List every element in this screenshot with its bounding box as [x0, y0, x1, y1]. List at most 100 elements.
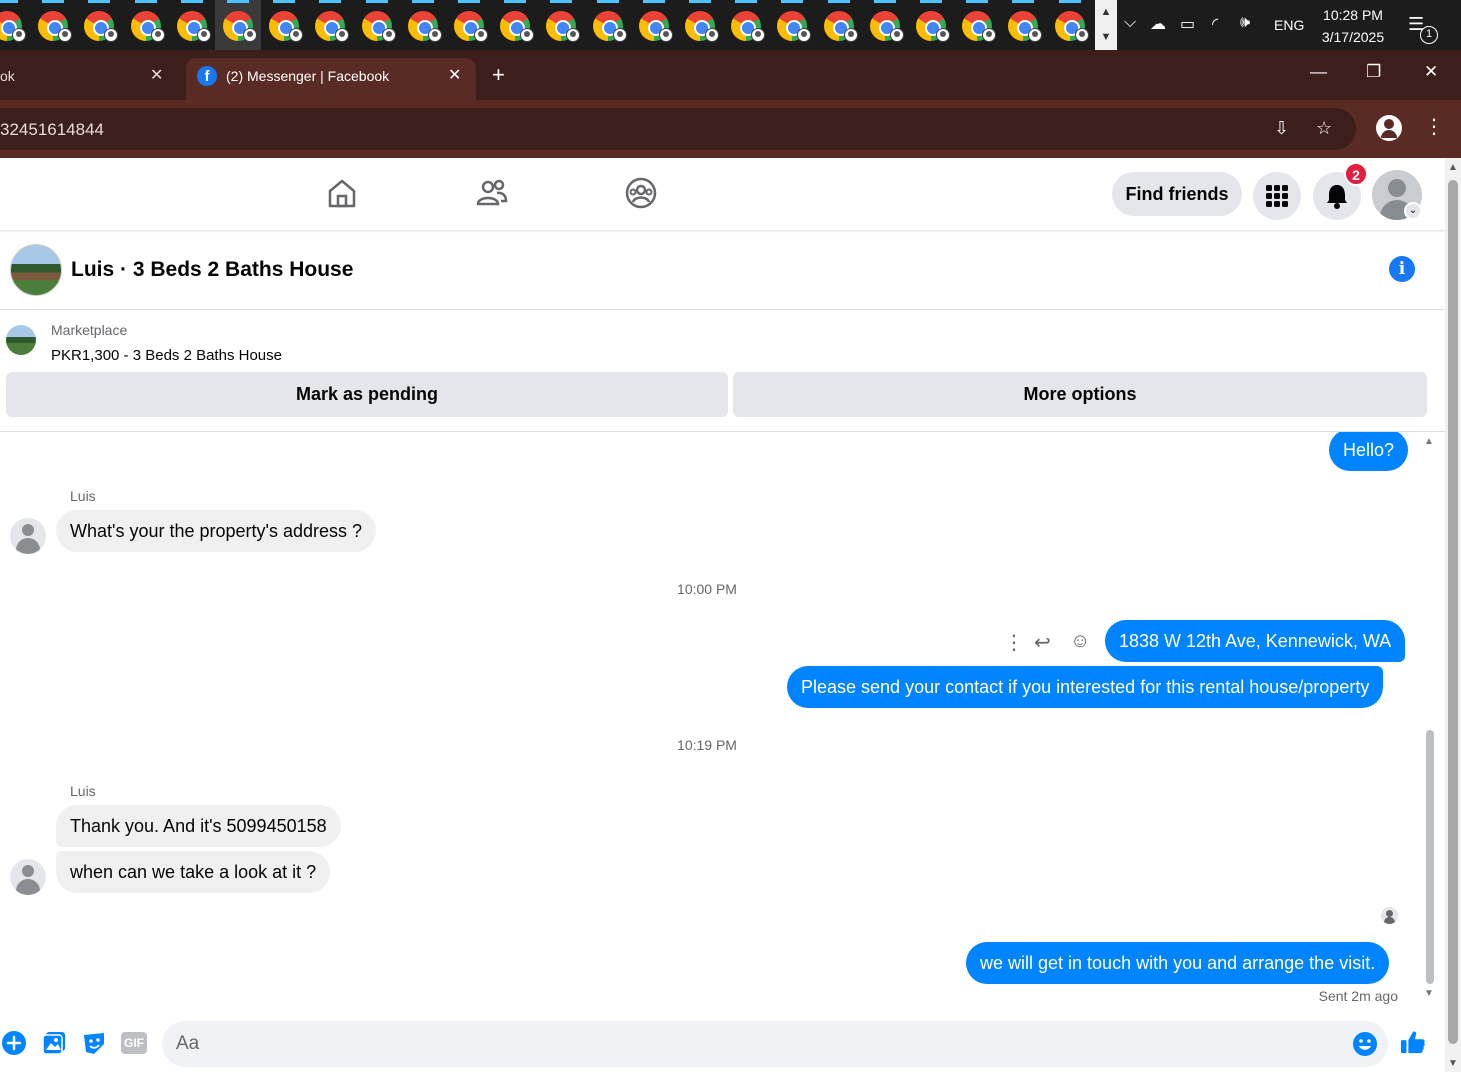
react-emoji-icon[interactable]: ☺	[1070, 630, 1090, 653]
emoji-icon[interactable]	[1352, 1031, 1378, 1057]
sender-avatar[interactable]	[10, 518, 46, 554]
taskbar-scroll-up-icon[interactable]: ▲	[1095, 0, 1117, 25]
new-tab-icon[interactable]: +	[492, 62, 505, 88]
message-bubble-incoming[interactable]: Thank you. And it's 5099450158	[56, 805, 341, 847]
friends-icon[interactable]	[475, 176, 509, 210]
listing-thumbnail[interactable]	[6, 325, 36, 355]
message-bubble-outgoing[interactable]: Hello?	[1329, 432, 1409, 471]
running-indicator	[735, 0, 757, 3]
restore-icon[interactable]: ❐	[1366, 62, 1381, 82]
language-indicator[interactable]: ENG	[1274, 17, 1304, 33]
sticker-icon[interactable]	[81, 1030, 107, 1056]
address-bar[interactable]: 32451614844 ⇩ ☆	[0, 108, 1356, 150]
thread-scrollbar[interactable]: ▲ ▼	[1424, 432, 1438, 1010]
browser-profile-icon[interactable]	[1376, 115, 1402, 141]
message-input[interactable]	[162, 1021, 1388, 1067]
page-scroll-down-icon[interactable]: ▼	[1448, 1058, 1458, 1069]
running-indicator	[781, 0, 803, 3]
more-options-button[interactable]: More options	[733, 372, 1427, 417]
notification-center-icon[interactable]: ☰ 1	[1408, 14, 1438, 44]
volume-icon[interactable]: 🕪	[1240, 14, 1250, 32]
taskbar-chrome-window[interactable]	[677, 0, 723, 50]
taskbar-chrome-window[interactable]	[123, 0, 169, 50]
bookmark-star-icon[interactable]: ☆	[1316, 118, 1332, 139]
wifi-icon[interactable]: ◜	[1212, 14, 1218, 34]
minimize-icon[interactable]: —	[1310, 62, 1327, 82]
taskbar-chrome-window[interactable]	[261, 0, 307, 50]
message-bubble-outgoing[interactable]: Please send your contact if you interest…	[787, 666, 1384, 708]
profile-badge-icon	[844, 28, 858, 42]
profile-badge-icon	[705, 28, 719, 42]
browser-tab-inactive[interactable]: ok ✕	[0, 58, 183, 100]
message-composer: GIF	[0, 1010, 1445, 1072]
onedrive-cloud-icon[interactable]: ☁	[1150, 14, 1166, 34]
photo-gallery-icon[interactable]	[41, 1030, 67, 1056]
reply-icon[interactable]: ↩	[1034, 630, 1051, 655]
tab-close-icon[interactable]: ✕	[150, 65, 163, 85]
taskbar-chrome-window[interactable]	[538, 0, 584, 50]
taskbar-chrome-window[interactable]	[1000, 0, 1046, 50]
listing-title[interactable]: PKR1,300 - 3 Beds 2 Baths House	[51, 347, 282, 364]
more-actions-icon[interactable]: ⋮	[1004, 630, 1024, 655]
home-icon[interactable]	[325, 176, 359, 210]
bell-icon	[1327, 185, 1347, 209]
taskbar-chrome-window[interactable]	[492, 0, 538, 50]
message-thread[interactable]: Hello? Luis What's your the property's a…	[0, 432, 1424, 1010]
profile-badge-icon	[243, 28, 257, 42]
message-bubble-incoming[interactable]: when can we take a look at it ?	[56, 851, 331, 893]
page-scrollbar[interactable]: ▲ ▼	[1445, 158, 1461, 1072]
conversation-info-icon[interactable]: i	[1389, 256, 1415, 282]
taskbar-chrome-window[interactable]	[769, 0, 815, 50]
sender-avatar[interactable]	[10, 859, 46, 895]
message-bubble-outgoing[interactable]: we will get in touch with you and arrang…	[966, 942, 1390, 984]
tray-chevron-icon[interactable]: ⌵	[1124, 14, 1136, 32]
taskbar-chrome-window[interactable]	[1047, 0, 1093, 50]
tab-close-icon[interactable]: ✕	[448, 65, 461, 85]
taskbar-chrome-window[interactable]	[908, 0, 954, 50]
taskbar-chrome-window[interactable]	[215, 0, 261, 50]
mark-as-pending-button[interactable]: Mark as pending	[6, 372, 728, 417]
taskbar-chrome-window[interactable]	[354, 0, 400, 50]
window-close-icon[interactable]: ✕	[1424, 62, 1438, 82]
taskbar-chrome-window[interactable]	[631, 0, 677, 50]
taskbar-chrome-window[interactable]	[862, 0, 908, 50]
taskbar-chrome-window[interactable]	[816, 0, 862, 50]
page-scrollbar-thumb[interactable]	[1448, 180, 1458, 1044]
running-indicator	[966, 0, 988, 3]
battery-icon[interactable]: ▭	[1180, 14, 1195, 34]
taskbar-chrome-window[interactable]	[446, 0, 492, 50]
conversation-avatar[interactable]	[10, 244, 62, 296]
message-timestamp: 10:00 PM	[677, 581, 737, 597]
taskbar-chrome-window[interactable]	[0, 0, 30, 50]
page-scroll-up-icon[interactable]: ▲	[1448, 162, 1458, 173]
running-indicator	[0, 0, 18, 3]
taskbar-chrome-window[interactable]	[76, 0, 122, 50]
message-bubble-outgoing[interactable]: 1838 W 12th Ave, Kennewick, WA	[1105, 620, 1406, 662]
plus-circle-icon[interactable]	[1, 1030, 27, 1056]
taskbar-clock[interactable]: 10:28 PM 3/17/2025	[1308, 4, 1398, 48]
taskbar-scroll-down-icon[interactable]: ▼	[1095, 25, 1117, 50]
scroll-down-arrow-icon[interactable]: ▼	[1424, 988, 1434, 999]
sender-name: Luis	[70, 783, 96, 799]
groups-icon[interactable]	[624, 176, 658, 210]
conversation-title[interactable]: Luis · 3 Beds 2 Baths House	[71, 258, 353, 282]
taskbar-chrome-window[interactable]	[307, 0, 353, 50]
find-friends-button[interactable]: Find friends	[1112, 172, 1242, 216]
gif-icon[interactable]: GIF	[121, 1032, 147, 1054]
thread-scrollbar-thumb[interactable]	[1426, 730, 1434, 984]
taskbar-chrome-window[interactable]	[954, 0, 1000, 50]
account-chevron-down-icon[interactable]: ⌄	[1404, 202, 1422, 220]
install-app-icon[interactable]: ⇩	[1274, 118, 1289, 139]
taskbar-chrome-window[interactable]	[30, 0, 76, 50]
menu-grid-button[interactable]	[1253, 172, 1301, 220]
taskbar-chrome-window[interactable]	[585, 0, 631, 50]
scroll-up-arrow-icon[interactable]: ▲	[1424, 436, 1434, 447]
message-bubble-incoming[interactable]: What's your the property's address ?	[56, 510, 377, 552]
taskbar-chrome-window[interactable]	[723, 0, 769, 50]
thumbs-up-icon[interactable]	[1400, 1029, 1426, 1055]
browser-menu-icon[interactable]: ⋮	[1424, 114, 1444, 139]
browser-tab-messenger[interactable]: f (2) Messenger | Facebook ✕	[186, 58, 476, 100]
taskbar-chrome-window[interactable]	[169, 0, 215, 50]
taskbar-chrome-window[interactable]	[400, 0, 446, 50]
taskbar-scroll[interactable]: ▲ ▼	[1095, 0, 1117, 50]
